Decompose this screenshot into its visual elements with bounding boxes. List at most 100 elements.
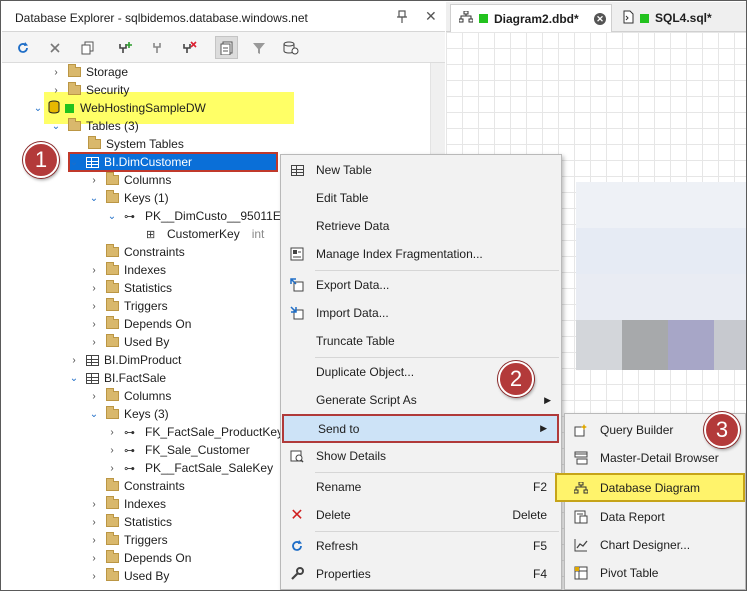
tree-node-keys[interactable]: ⌄ Keys (1) — [88, 189, 169, 207]
expand-arrow-icon[interactable]: › — [106, 463, 118, 474]
document-icon[interactable] — [215, 36, 238, 59]
menu-item-properties[interactable]: Properties F4 — [281, 561, 561, 587]
tree-node-factsale[interactable]: ⌄ BI.FactSale — [68, 369, 166, 387]
tree-node-label: Statistics — [124, 515, 173, 529]
pin-icon[interactable] — [395, 9, 409, 25]
expand-arrow-icon[interactable]: › — [88, 571, 100, 582]
tree-node-statistics[interactable]: › Statistics — [88, 513, 172, 531]
tree-node-storage[interactable]: › Storage — [50, 63, 128, 81]
menu-item-database-diagram[interactable]: Database Diagram — [555, 473, 745, 502]
tree-node-pk-dimcustomer[interactable]: ⌄ ⊶ PK__DimCusto__95011E — [106, 207, 281, 225]
tree-node-used-by[interactable]: › Used By — [88, 567, 169, 585]
menu-item-pivot-table[interactable]: Pivot Table — [565, 560, 745, 586]
disconnect-icon[interactable] — [177, 36, 200, 59]
tree-node-columns[interactable]: › Columns — [88, 171, 171, 189]
database-settings-icon[interactable] — [279, 36, 302, 59]
tree-node-dimproduct[interactable]: › BI.DimProduct — [68, 351, 181, 369]
expand-arrow-icon[interactable]: › — [88, 499, 100, 510]
tree-node-database[interactable]: ⌄ WebHostingSampleDW — [32, 99, 206, 117]
menu-item-export-data[interactable]: Export Data... — [281, 272, 561, 298]
menu-item-show-details[interactable]: Show Details — [281, 443, 561, 469]
menu-item-new-table[interactable]: New Table — [281, 157, 561, 183]
tree-node-label: Statistics — [124, 281, 173, 295]
tree-node-system-tables[interactable]: System Tables — [70, 135, 184, 153]
close-tab-icon[interactable]: ✕ — [594, 13, 606, 25]
tree-node-indexes[interactable]: › Indexes — [88, 495, 166, 513]
menu-item-master-detail[interactable]: Master-Detail Browser — [565, 445, 745, 471]
menu-item-edit-table[interactable]: Edit Table — [281, 185, 561, 211]
tree-node-label: BI.FactSale — [104, 371, 167, 385]
expand-arrow-icon[interactable]: › — [50, 85, 62, 96]
expand-arrow-icon[interactable]: › — [88, 535, 100, 546]
refresh-icon[interactable] — [11, 36, 34, 59]
menu-item-chart-designer[interactable]: Chart Designer... — [565, 532, 745, 558]
connect-icon[interactable] — [145, 36, 168, 59]
filter-icon[interactable] — [247, 36, 270, 59]
expand-arrow-icon[interactable]: › — [88, 301, 100, 312]
menu-item-import-data[interactable]: Import Data... — [281, 300, 561, 326]
tree-node-label: Keys (3) — [124, 407, 169, 421]
expand-arrow-icon[interactable]: › — [88, 391, 100, 402]
wrench-icon — [289, 566, 305, 582]
collapse-arrow-icon[interactable]: ⌄ — [68, 373, 80, 384]
collapse-arrow-icon[interactable]: ⌄ — [88, 193, 100, 204]
tree-node-indexes[interactable]: › Indexes — [88, 261, 166, 279]
expand-arrow-icon[interactable]: › — [88, 175, 100, 186]
menu-separator — [315, 531, 559, 532]
tree-node-fk-productkey[interactable]: › ⊶ FK_FactSale_ProductKey — [106, 423, 283, 441]
menu-separator — [315, 270, 559, 271]
step-badge-1: 1 — [23, 142, 59, 178]
expand-arrow-icon[interactable]: › — [106, 427, 118, 438]
menu-item-data-report[interactable]: Data Report — [565, 504, 745, 530]
menu-item-rename[interactable]: Rename F2 — [281, 474, 561, 500]
expand-arrow-icon[interactable]: › — [88, 319, 100, 330]
cancel-icon[interactable] — [43, 36, 66, 59]
menu-item-refresh[interactable]: Refresh F5 — [281, 533, 561, 559]
tree-node-constraints[interactable]: Constraints — [88, 477, 185, 495]
tree-node-customerkey[interactable]: ⊞ CustomerKey int — [128, 225, 264, 243]
collapse-arrow-icon[interactable]: ⌄ — [106, 211, 118, 222]
menu-item-truncate-table[interactable]: Truncate Table — [281, 328, 561, 354]
tree-node-dimcustomer[interactable]: ⌄ BI.DimCustomer — [68, 153, 192, 171]
tree-node-columns[interactable]: › Columns — [88, 387, 171, 405]
expand-arrow-icon[interactable]: › — [68, 355, 80, 366]
close-icon[interactable]: ✕ — [425, 8, 437, 25]
tree-node-fk-sale-customer[interactable]: › ⊶ FK_Sale_Customer — [106, 441, 249, 459]
expand-arrow-icon[interactable]: › — [106, 445, 118, 456]
submenu-arrow-icon: ▶ — [544, 394, 551, 405]
copy-icon[interactable] — [76, 36, 99, 59]
menu-item-retrieve-data[interactable]: Retrieve Data — [281, 213, 561, 239]
tree-node-security[interactable]: › Security — [50, 81, 129, 99]
menu-item-send-to[interactable]: Send to ▶ — [282, 414, 559, 443]
collapse-arrow-icon[interactable]: ⌄ — [32, 103, 44, 114]
tree-node-triggers[interactable]: › Triggers — [88, 531, 168, 549]
folder-icon — [106, 550, 119, 563]
tree-node-label: Columns — [124, 173, 172, 187]
tree-node-pk-factsale[interactable]: › ⊶ PK__FactSale_SaleKey — [106, 459, 273, 477]
tree-node-used-by[interactable]: › Used By — [88, 333, 169, 351]
new-connection-icon[interactable] — [113, 36, 136, 59]
tab-diagram2[interactable]: Diagram2.dbd* ✕ — [450, 4, 612, 32]
tree-node-tables[interactable]: ⌄ Tables (3) — [50, 117, 139, 135]
tree-node-statistics[interactable]: › Statistics — [88, 279, 172, 297]
expand-arrow-icon[interactable]: › — [88, 337, 100, 348]
expand-arrow-icon[interactable]: › — [88, 553, 100, 564]
menu-item-manage-index[interactable]: Manage Index Fragmentation... — [281, 241, 561, 267]
primary-key-icon: ⊶ — [124, 462, 135, 475]
tab-sql4[interactable]: SQL4.sql* — [614, 4, 744, 32]
collapse-arrow-icon[interactable]: ⌄ — [68, 157, 80, 168]
tree-node-keys[interactable]: ⌄ Keys (3) — [88, 405, 169, 423]
tree-node-depends-on[interactable]: › Depends On — [88, 315, 191, 333]
collapse-arrow-icon[interactable]: ⌄ — [50, 121, 62, 132]
expand-arrow-icon[interactable]: › — [88, 517, 100, 528]
tree-node-triggers[interactable]: › Triggers — [88, 297, 168, 315]
tree-node-label: BI.DimProduct — [104, 353, 182, 367]
menu-item-delete[interactable]: ✕ Delete Delete — [281, 502, 561, 528]
expand-arrow-icon[interactable]: › — [50, 67, 62, 78]
expand-arrow-icon[interactable]: › — [88, 265, 100, 276]
tree-node-depends-on[interactable]: › Depends On — [88, 549, 191, 567]
tree-node-constraints[interactable]: Constraints — [88, 243, 185, 261]
collapse-arrow-icon[interactable]: ⌄ — [88, 409, 100, 420]
expand-arrow-icon[interactable]: › — [88, 283, 100, 294]
folder-icon — [106, 568, 119, 581]
